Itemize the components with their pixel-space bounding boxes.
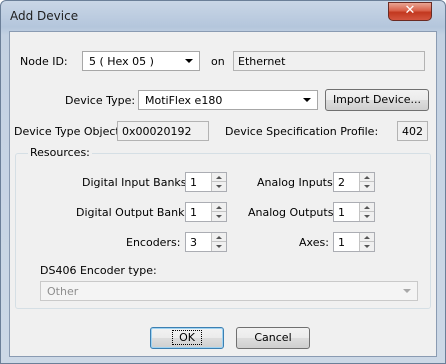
spin-up-icon[interactable] — [212, 233, 226, 242]
analog-outputs-label: Analog Outputs: — [248, 206, 338, 219]
spinner-buttons — [211, 173, 226, 191]
spin-up-icon[interactable] — [212, 203, 226, 212]
spinner-buttons — [359, 233, 374, 251]
spin-down-icon[interactable] — [212, 242, 226, 251]
encoder-type-value: Other — [47, 285, 79, 298]
device-type-select[interactable]: MotiFlex e180 — [138, 90, 318, 110]
device-type-object-field: 0x00020192 — [117, 121, 209, 141]
close-icon: ✕ — [404, 3, 416, 18]
spinner-buttons — [211, 203, 226, 221]
digital-output-banks-value: 1 — [190, 206, 197, 219]
device-type-object-label: Device Type Object: — [14, 125, 124, 138]
digital-input-banks-spinner[interactable]: 1 — [185, 172, 227, 192]
node-id-label: Node ID: — [20, 55, 68, 68]
spin-up-icon[interactable] — [360, 173, 374, 182]
analog-outputs-value: 1 — [338, 206, 345, 219]
chevron-down-icon — [185, 59, 193, 63]
axes-value: 1 — [338, 236, 345, 249]
device-spec-profile-field: 402 — [397, 121, 428, 141]
spin-up-icon[interactable] — [360, 233, 374, 242]
spin-down-icon[interactable] — [212, 212, 226, 221]
ok-button[interactable]: OK — [150, 327, 224, 349]
node-id-value: 5 ( Hex 05 ) — [89, 55, 154, 68]
analog-inputs-label: Analog Inputs: — [257, 176, 337, 189]
spin-down-icon[interactable] — [360, 182, 374, 191]
encoder-type-select[interactable]: Other — [40, 281, 418, 301]
spin-down-icon[interactable] — [360, 242, 374, 251]
close-button[interactable]: ✕ — [388, 2, 432, 21]
resources-group-title: Resources: — [28, 146, 92, 159]
encoder-type-label: DS406 Encoder type: — [40, 264, 157, 277]
encoders-value: 3 — [190, 236, 197, 249]
analog-inputs-value: 2 — [338, 176, 345, 189]
spinner-buttons — [211, 233, 226, 251]
digital-input-banks-value: 1 — [190, 176, 197, 189]
on-label: on — [211, 55, 225, 68]
device-type-label: Device Type: — [65, 94, 136, 107]
ok-button-label: OK — [172, 330, 202, 345]
network-field: Ethernet — [233, 51, 425, 71]
chevron-down-icon — [303, 98, 311, 102]
chevron-down-icon — [403, 289, 411, 293]
encoders-spinner[interactable]: 3 — [185, 232, 227, 252]
spinner-buttons — [359, 203, 374, 221]
import-device-button[interactable]: Import Device... — [325, 89, 429, 111]
digital-output-banks-label: Digital Output Banks: — [76, 206, 194, 219]
title-bar[interactable]: Add Device ✕ — [1, 1, 445, 31]
spin-up-icon[interactable] — [360, 203, 374, 212]
cancel-button[interactable]: Cancel — [236, 327, 310, 349]
add-device-dialog: Add Device ✕ Node ID: 5 ( Hex 05 ) on Et… — [0, 0, 446, 364]
encoders-label: Encoders: — [126, 236, 181, 249]
spin-down-icon[interactable] — [212, 182, 226, 191]
spin-down-icon[interactable] — [360, 212, 374, 221]
device-type-value: MotiFlex e180 — [145, 94, 223, 107]
dialog-body: Node ID: 5 ( Hex 05 ) on Ethernet Device… — [9, 31, 437, 357]
analog-outputs-spinner[interactable]: 1 — [333, 202, 375, 222]
digital-input-banks-label: Digital Input Banks: — [82, 176, 191, 189]
spin-up-icon[interactable] — [212, 173, 226, 182]
node-id-select[interactable]: 5 ( Hex 05 ) — [82, 51, 200, 71]
axes-spinner[interactable]: 1 — [333, 232, 375, 252]
analog-inputs-spinner[interactable]: 2 — [333, 172, 375, 192]
device-spec-profile-label: Device Specification Profile: — [225, 125, 379, 138]
digital-output-banks-spinner[interactable]: 1 — [185, 202, 227, 222]
spinner-buttons — [359, 173, 374, 191]
axes-label: Axes: — [299, 236, 329, 249]
dialog-title: Add Device — [10, 9, 79, 23]
